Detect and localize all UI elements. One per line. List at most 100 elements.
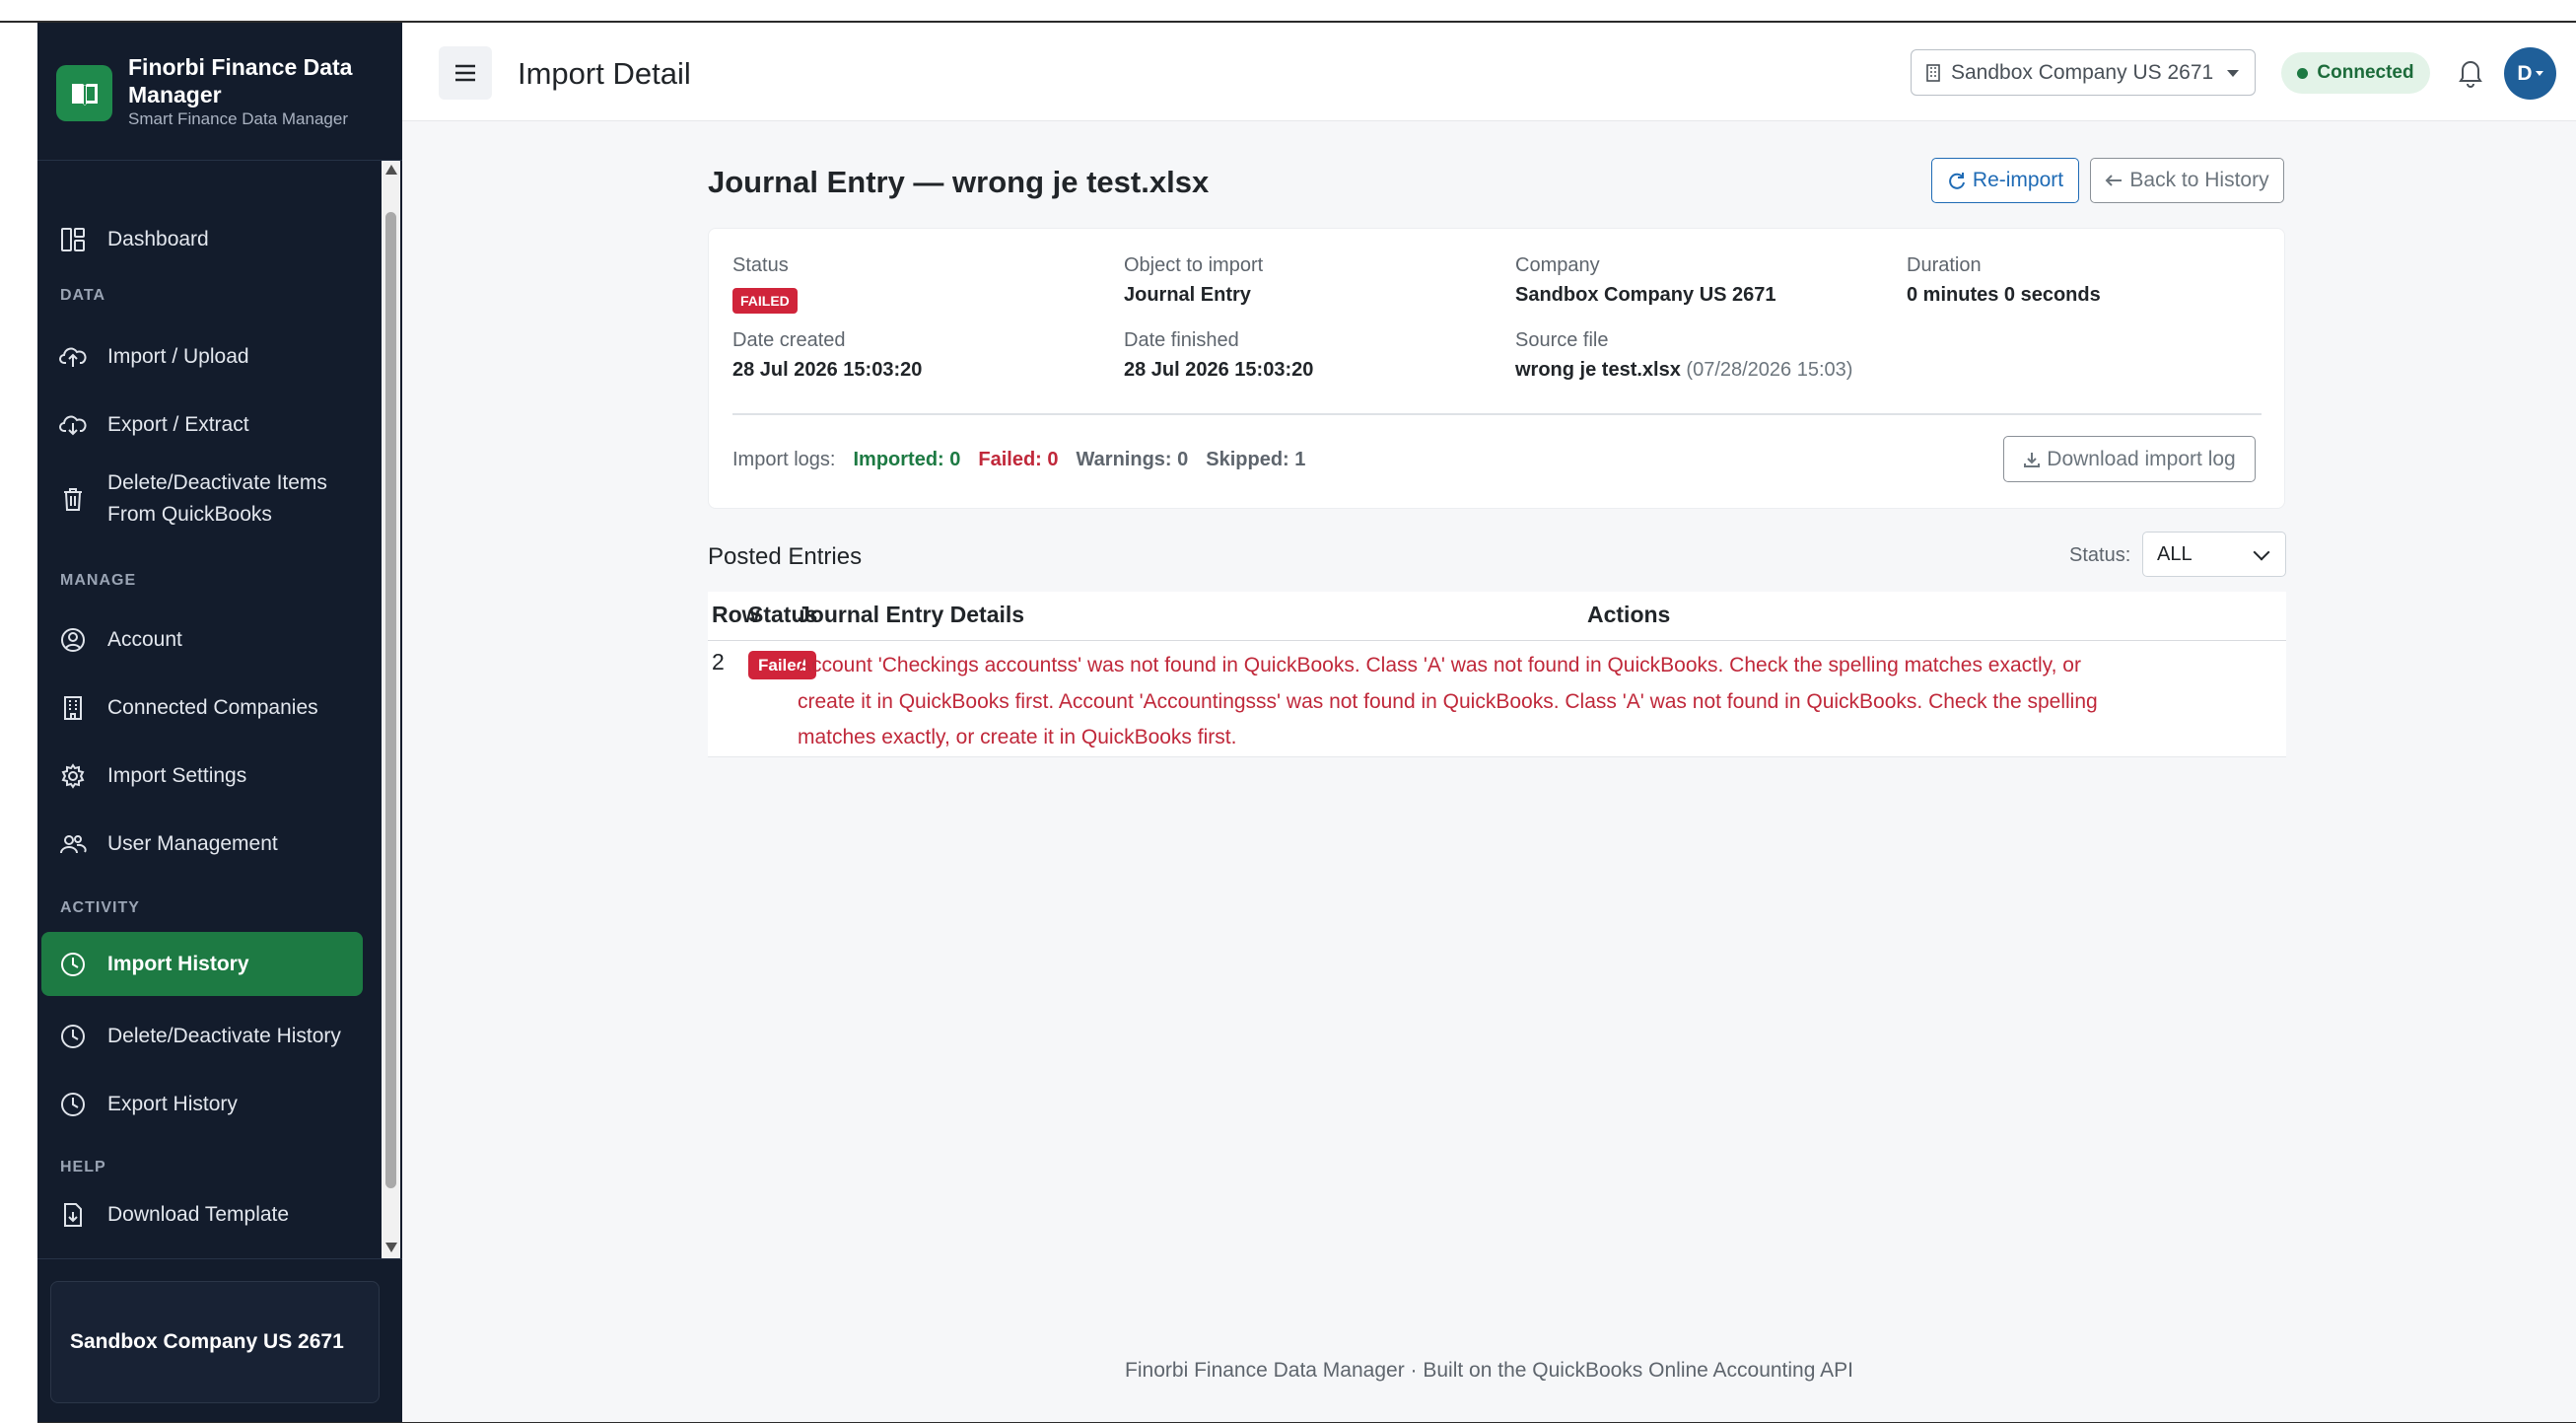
company-select-value: Sandbox Company US 2671 [1951,60,2214,84]
download-icon [2024,452,2041,467]
section-help: HELP [60,1159,106,1175]
status-badge: FAILED [732,288,798,314]
logs-label: Import logs: [732,449,836,470]
sidebar-item-account[interactable]: Account [41,614,363,665]
caret-down-icon [2227,70,2239,77]
sidebar-item-export-extract[interactable]: Export / Extract [41,399,363,450]
user-circle-icon [59,626,87,654]
sidebar-scrollbar[interactable] [382,161,400,1258]
scrollbar-thumb[interactable] [385,212,396,1188]
object-value: Journal Entry [1124,284,1251,306]
sidebar-item-label: Import History [107,952,249,975]
app-tagline: Smart Finance Data Manager [128,109,348,128]
import-title: Journal Entry — wrong je test.xlsx [708,165,1210,199]
status-filter-label: Status: [2069,544,2131,566]
header-divider [708,640,2286,641]
sidebar-item-delete-history[interactable]: Delete/Deactivate History [41,1011,363,1061]
cloud-download-icon [59,411,87,439]
reimport-button[interactable]: Re-import [1931,158,2079,203]
trash-icon [59,485,87,513]
building-icon [1926,63,1940,82]
connection-status-text: Connected [2317,62,2414,83]
dashboard-icon [59,226,87,253]
scroll-down-arrow-icon[interactable] [385,1243,397,1252]
scroll-up-arrow-icon[interactable] [385,165,397,175]
topbar: Import Detail Sandbox Company US 2671 Co… [402,23,2576,121]
sidebar-item-label: Export History [107,1092,238,1115]
section-data: DATA [60,287,106,304]
logs-skipped: Skipped: 1 [1206,449,1306,470]
company-select[interactable]: Sandbox Company US 2671 [1911,49,2256,96]
logs-imported: Imported: 0 [853,449,961,470]
sidebar-item-import-settings[interactable]: Import Settings [41,750,363,801]
page-title: Import Detail [518,56,691,91]
sidebar-item-delete-deactivate[interactable]: Delete/Deactivate Items From QuickBooks [41,462,363,536]
brand: Finorbi Finance Data Manager Smart Finan… [37,23,402,161]
notifications-bell-icon[interactable] [2454,55,2487,89]
sidebar: Finorbi Finance Data Manager Smart Finan… [37,23,402,1423]
date-finished-value: 28 Jul 2026 15:03:20 [1124,359,1314,381]
sidebar-item-import-upload[interactable]: Import / Upload [41,331,363,382]
column-header-actions: Actions [1587,602,1671,627]
sidebar-footer: Sandbox Company US 2671 [37,1258,402,1423]
company-value: Sandbox Company US 2671 [1515,284,1776,306]
date-created-value: 28 Jul 2026 15:03:20 [732,359,923,381]
sidebar-item-user-management[interactable]: User Management [41,818,363,869]
sidebar-item-label: User Management [107,831,278,855]
sidebar-item-label: Account [107,627,182,651]
sidebar-item-label: From QuickBooks [107,503,272,526]
app-name: Finorbi Finance Data Manager [128,54,353,107]
status-dot-icon [2297,67,2309,79]
source-file-wrap: wrong je test.xlsx (07/28/2026 15:03) [1515,359,1852,382]
avatar-initial: D [2517,61,2533,85]
logs-failed: Failed: 0 [978,449,1059,470]
duration-label: Duration [1907,254,1982,276]
sidebar-item-connected-companies[interactable]: Connected Companies [41,682,363,733]
reimport-label: Re-import [1972,169,2064,191]
sidebar-item-download-template[interactable]: Download Template [41,1189,363,1240]
posted-entries-table: Row Status Journal Entry Details Actions… [708,592,2286,757]
clock-icon [59,1023,87,1050]
sidebar-item-label: Download Template [107,1202,290,1226]
current-company-card[interactable]: Sandbox Company US 2671 [50,1281,380,1403]
sidebar-item-dashboard[interactable]: Dashboard [41,214,363,264]
download-import-log-button[interactable]: Download import log [2003,436,2256,482]
clock-icon [59,1091,87,1118]
source-file-label: Source file [1515,329,1609,351]
users-icon [59,830,87,858]
refresh-icon [1949,173,1965,189]
sidebar-nav: Dashboard DATA Import / Upload Export / … [37,161,402,1258]
company-label: Company [1515,254,1600,276]
source-file-timestamp: (07/28/2026 15:03) [1686,359,1853,381]
object-label: Object to import [1124,254,1264,276]
menu-toggle-button[interactable] [439,46,492,100]
connection-status-badge: Connected [2281,52,2430,94]
section-activity: ACTIVITY [60,899,140,916]
main-content: Journal Entry — wrong je test.xlsx Re-im… [402,121,2576,1423]
sidebar-item-label: Export / Extract [107,412,249,436]
back-to-history-button[interactable]: Back to History [2090,158,2284,203]
sidebar-item-label: Delete/Deactivate Items [107,471,327,494]
sidebar-item-label: Delete/Deactivate History [107,1024,341,1047]
cloud-upload-icon [59,343,87,371]
column-header-details: Journal Entry Details [798,602,1025,627]
arrow-left-icon [2105,175,2123,186]
sidebar-item-label: Import Settings [107,763,247,787]
sidebar-item-export-history[interactable]: Export History [41,1079,363,1129]
status-filter-select[interactable]: ALL [2142,532,2286,577]
logs-warnings: Warnings: 0 [1076,449,1189,470]
sidebar-item-import-history[interactable]: Import History [41,932,363,996]
download-log-label: Download import log [2047,447,2236,470]
duration-value: 0 minutes 0 seconds [1907,284,2101,306]
source-file-value: wrong je test.xlsx [1515,359,1681,381]
section-manage: MANAGE [60,572,137,589]
caret-down-icon [2535,71,2543,76]
user-avatar-menu[interactable]: D [2504,47,2556,100]
sidebar-item-label: Dashboard [107,227,209,250]
gear-icon [59,762,87,790]
row-error-details: Account 'Checkings accountss' was not fo… [798,654,2098,748]
date-created-label: Date created [732,329,846,351]
sidebar-item-label: Import / Upload [107,344,249,368]
import-logs-summary: Import logs: Imported: 0 Failed: 0 Warni… [732,449,1305,471]
sidebar-item-label-wrap: Delete/Deactivate Items From QuickBooks [107,467,327,531]
